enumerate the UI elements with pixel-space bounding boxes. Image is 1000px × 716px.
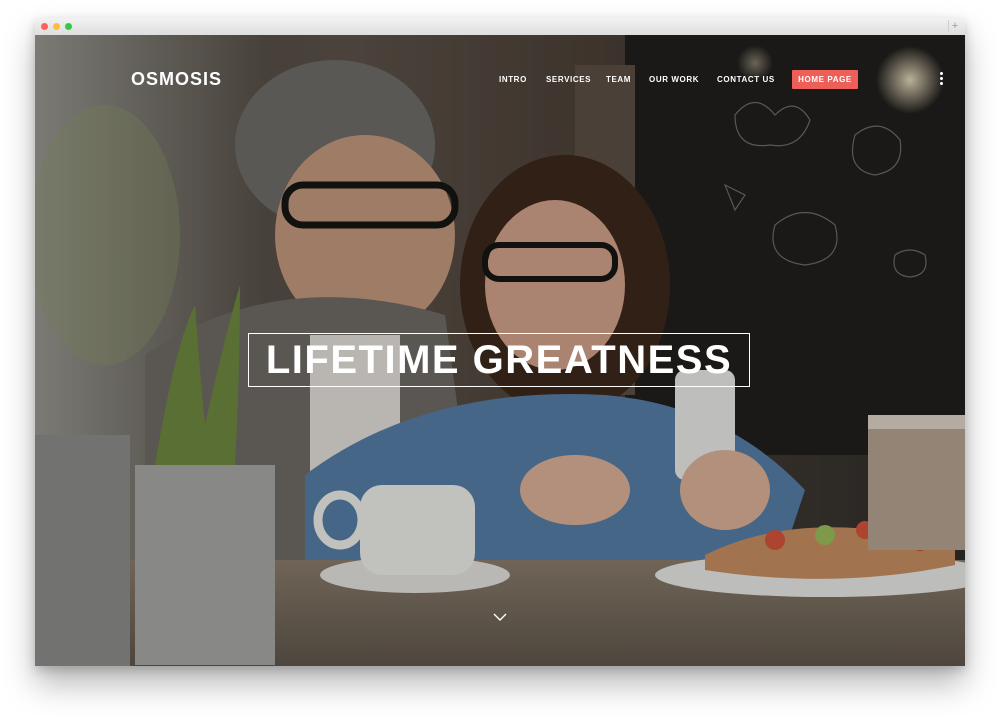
hero-section: OSMOSIS INTRO SERVICES TEAM OUR WORK CON… (35, 35, 965, 666)
nav-link-intro[interactable]: INTRO (499, 75, 527, 84)
nav-link-services[interactable]: SERVICES (546, 75, 591, 84)
chevron-down-icon[interactable] (493, 612, 507, 622)
hero-headline-text: LIFETIME GREATNESS (265, 337, 733, 382)
browser-titlebar: + (35, 18, 965, 36)
home-page-button[interactable]: HOME PAGE (792, 70, 858, 89)
maximize-window-button[interactable] (65, 23, 72, 30)
site-logo[interactable]: OSMOSIS (131, 69, 222, 90)
nav-link-our-work[interactable]: OUR WORK (649, 75, 699, 84)
nav-link-team[interactable]: TEAM (606, 75, 631, 84)
close-window-button[interactable] (41, 23, 48, 30)
nav-link-contact-us[interactable]: CONTACT US (717, 75, 775, 84)
minimize-window-button[interactable] (53, 23, 60, 30)
new-tab-button[interactable]: + (948, 20, 961, 32)
kebab-menu-icon[interactable] (940, 72, 944, 86)
hero-headline: LIFETIME GREATNESS (248, 333, 750, 387)
browser-window: + OSMOSIS INTRO SERVICES TEAM OUR WORK C… (35, 18, 965, 666)
